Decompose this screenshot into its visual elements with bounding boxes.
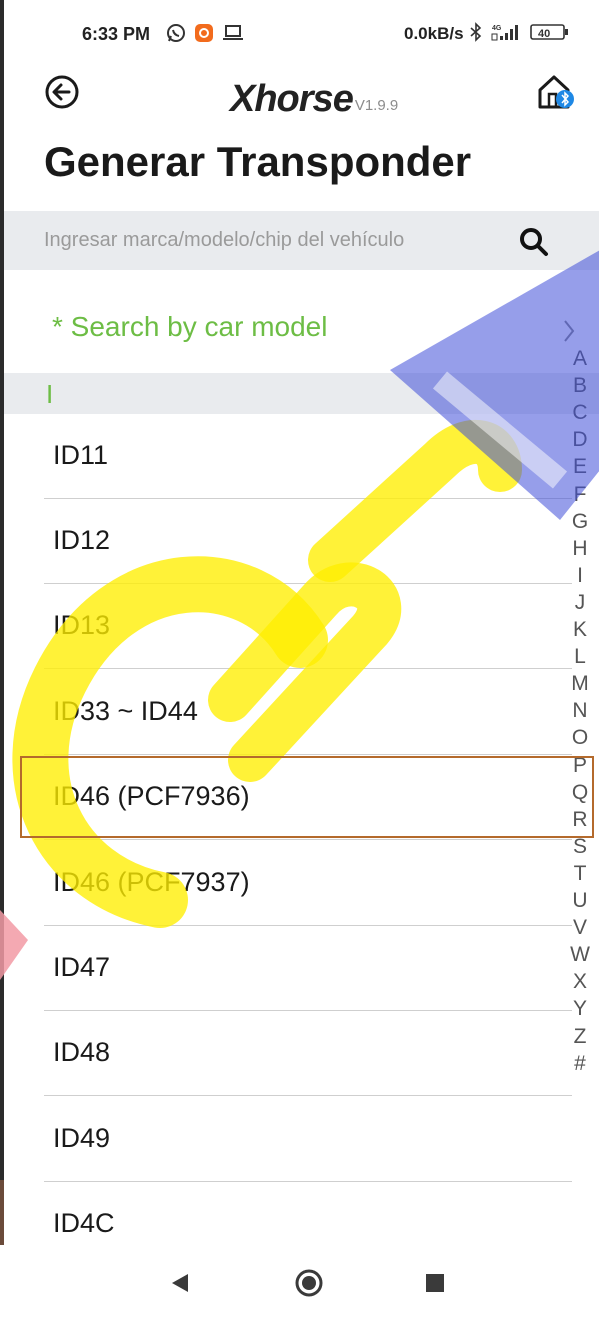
alphabet-letter-l[interactable]: L — [566, 643, 594, 670]
alphabet-letter-m[interactable]: M — [566, 670, 594, 697]
alphabet-letter-n[interactable]: N — [566, 697, 594, 724]
back-triangle-icon[interactable] — [166, 1268, 196, 1298]
list-item[interactable]: ID47 — [44, 926, 572, 1011]
bluetooth-icon — [470, 22, 482, 42]
section-header: I — [4, 373, 599, 414]
alphabet-letter-z[interactable]: Z — [566, 1023, 594, 1050]
search-bar — [4, 211, 599, 270]
status-icons-left — [166, 23, 244, 43]
search-input[interactable] — [44, 211, 484, 270]
alphabet-letter-s[interactable]: S — [566, 833, 594, 860]
alphabet-letter-u[interactable]: U — [566, 887, 594, 914]
alphabet-letter-j[interactable]: J — [566, 589, 594, 616]
xhorse-logo: Xhorse V1.9.9 — [230, 68, 398, 118]
app-version: V1.9.9 — [354, 97, 399, 114]
list-item-selected[interactable]: ID46 (PCF7936) — [44, 755, 572, 840]
list-item-label: ID4C — [53, 1208, 115, 1238]
list-item-label: ID12 — [53, 525, 111, 555]
alphabet-letter-w[interactable]: W — [566, 941, 594, 968]
list-item[interactable]: ID12 — [44, 499, 572, 584]
alphabet-letter-a[interactable]: A — [566, 345, 594, 372]
recents-square-icon[interactable] — [420, 1268, 450, 1298]
status-time: 6:33 PM — [82, 24, 151, 44]
search-icon[interactable] — [518, 226, 550, 258]
alphabet-letter-q[interactable]: Q — [566, 779, 594, 806]
alphabet-letter-c[interactable]: C — [566, 399, 594, 426]
device-frame-edge — [0, 0, 4, 1180]
alphabet-letter-d[interactable]: D — [566, 426, 594, 453]
alphabet-letter-f[interactable]: F — [566, 481, 594, 508]
list-item-label: ID46 (PCF7936) — [53, 781, 250, 811]
alphabet-letter-o[interactable]: O — [566, 724, 594, 751]
chevron-right-icon[interactable] — [562, 318, 576, 344]
logo-text: Xhorse — [230, 78, 354, 120]
list-item[interactable]: ID49 — [44, 1097, 572, 1182]
alphabet-letter-y[interactable]: Y — [566, 995, 594, 1022]
app-notification-icon — [195, 24, 213, 42]
list-item-label: ID33 ~ ID44 — [53, 696, 198, 726]
alphabet-letter-h[interactable]: H — [566, 535, 594, 562]
whatsapp-icon — [167, 24, 185, 42]
page-title: Generar Transponder — [44, 138, 472, 185]
list-item-label: ID11 — [53, 440, 109, 470]
list-item-label: ID13 — [53, 610, 111, 640]
battery-icon: 40 — [530, 24, 568, 40]
alphabet-letter-b[interactable]: B — [566, 372, 594, 399]
list-item-label: ID49 — [53, 1123, 111, 1153]
alphabet-letter-x[interactable]: X — [566, 968, 594, 995]
divider — [44, 839, 572, 840]
alphabet-letter-t[interactable]: T — [566, 860, 594, 887]
alphabet-letter-i[interactable]: I — [566, 562, 594, 589]
home-bluetooth-icon[interactable] — [536, 72, 576, 112]
battery-level: 40 — [538, 28, 550, 40]
alphabet-letter-p[interactable]: P — [566, 752, 594, 779]
list-item-label: ID47 — [53, 952, 111, 982]
list-item[interactable]: ID48 — [44, 1011, 572, 1096]
alphabet-letter-hash[interactable]: # — [566, 1050, 594, 1077]
list-item[interactable]: ID13 — [44, 584, 572, 669]
status-bar: 6:33 PM 0.0kB/s 4G 40 — [0, 0, 599, 60]
alphabet-letter-g[interactable]: G — [566, 508, 594, 535]
network-speed: 0.0kB/s — [404, 24, 464, 43]
alphabet-letter-e[interactable]: E — [566, 453, 594, 480]
divider — [44, 668, 572, 669]
list-item-label: ID46 (PCF7937) — [53, 867, 250, 897]
laptop-icon — [223, 25, 243, 40]
list-item[interactable]: ID11 — [44, 414, 572, 499]
home-circle-icon[interactable] — [294, 1268, 324, 1298]
list-item[interactable]: ID46 (PCF7937) — [44, 841, 572, 926]
4g-signal-icon: 4G — [491, 25, 518, 41]
svg-text:4G: 4G — [492, 25, 502, 32]
back-arrow-icon[interactable] — [44, 74, 80, 110]
list-item-label: ID48 — [53, 1037, 111, 1067]
list-item[interactable]: ID33 ~ ID44 — [44, 670, 572, 755]
section-letter: I — [46, 379, 54, 409]
alphabet-letter-r[interactable]: R — [566, 806, 594, 833]
divider — [44, 1095, 572, 1096]
status-icons-right: 4G 40 — [470, 22, 570, 42]
alphabet-letter-k[interactable]: K — [566, 616, 594, 643]
search-by-car-model-link[interactable]: * Search by car model — [52, 311, 327, 343]
alphabet-letter-v[interactable]: V — [566, 914, 594, 941]
